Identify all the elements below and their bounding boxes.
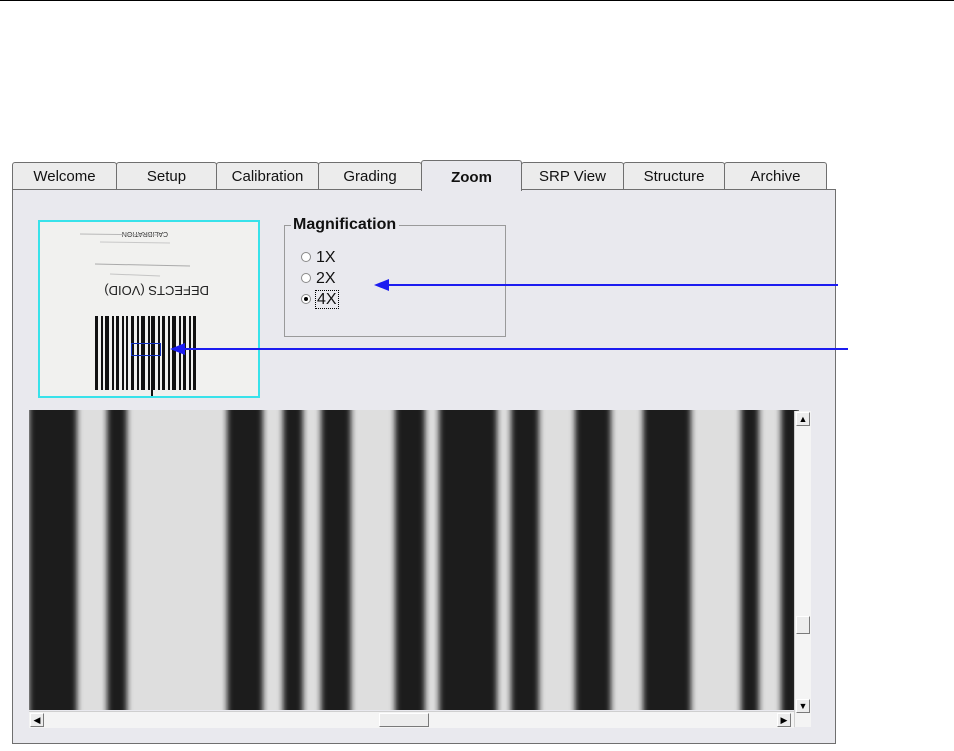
arrow-down-icon[interactable]: ▼ xyxy=(796,699,810,713)
zoomed-bar xyxy=(439,410,497,710)
thumbnail-bar xyxy=(122,316,124,390)
zoomed-bar xyxy=(643,410,691,710)
thumbnail-bar xyxy=(168,316,170,390)
zoom-panel: Welcome Setup Calibration Grading Zoom S… xyxy=(12,160,836,744)
tab-welcome[interactable]: Welcome xyxy=(12,162,117,190)
radio-2x-indicator[interactable] xyxy=(301,272,311,283)
horizontal-scroll-thumb[interactable] xyxy=(379,713,429,727)
magnification-title: Magnification xyxy=(291,216,400,234)
horizontal-scrollbar[interactable]: ◀ ▶ xyxy=(29,711,794,728)
tab-srp-view[interactable]: SRP View xyxy=(521,162,624,190)
vertical-scroll-thumb[interactable] xyxy=(796,616,810,634)
tab-structure[interactable]: Structure xyxy=(623,162,725,190)
radio-4x[interactable]: 4X xyxy=(301,290,339,310)
thumbnail-calibration-text: CALIBRATION xyxy=(122,230,168,237)
thumbnail-bar xyxy=(172,316,176,390)
magnification-group: Magnification 1X 2X 4X xyxy=(284,216,506,337)
arrow-right-icon[interactable]: ▶ xyxy=(777,713,791,727)
tab-bar: Welcome Setup Calibration Grading Zoom S… xyxy=(12,160,836,191)
arrow-up-icon[interactable]: ▲ xyxy=(796,412,810,426)
thumbnail-defects-text: DEFECTS (VOID) xyxy=(104,283,209,298)
page-divider xyxy=(0,0,954,1)
zoomed-bar xyxy=(395,410,425,710)
thumbnail-bar xyxy=(126,316,128,390)
radio-1x-label: 1X xyxy=(316,249,336,266)
zoomed-barcode-image xyxy=(29,410,799,710)
arrow-left-icon[interactable]: ◀ xyxy=(30,713,44,727)
zoomed-bar xyxy=(741,410,759,710)
radio-2x[interactable]: 2X xyxy=(301,269,336,289)
thumbnail-bar xyxy=(183,316,186,390)
zoom-selection-rectangle[interactable] xyxy=(131,343,161,356)
radio-4x-indicator[interactable] xyxy=(301,293,311,304)
tab-calibration[interactable]: Calibration xyxy=(216,162,319,190)
radio-2x-label: 2X xyxy=(316,270,336,287)
thumbnail-bar xyxy=(116,316,119,390)
thumbnail-bar xyxy=(151,316,153,396)
label-thumbnail[interactable]: CALIBRATION DEFECTS (VOID) xyxy=(38,220,260,398)
thumbnail-bar xyxy=(112,316,114,390)
thumbnail-bar xyxy=(95,316,98,390)
zoomed-bar xyxy=(575,410,611,710)
radio-1x[interactable]: 1X xyxy=(301,248,336,268)
zoomed-bar xyxy=(321,410,351,710)
tab-archive[interactable]: Archive xyxy=(724,162,827,190)
zoom-tab-page: CALIBRATION DEFECTS (VOID) Magnification… xyxy=(12,189,836,744)
radio-1x-indicator[interactable] xyxy=(301,251,311,262)
tab-setup[interactable]: Setup xyxy=(116,162,217,190)
thumbnail-bar xyxy=(193,316,196,390)
tab-zoom[interactable]: Zoom xyxy=(421,160,522,191)
thumbnail-bar xyxy=(189,316,191,390)
tab-grading[interactable]: Grading xyxy=(318,162,422,190)
zoom-image-view[interactable] xyxy=(29,410,799,710)
thumbnail-bar xyxy=(101,316,103,390)
zoomed-bar xyxy=(29,410,77,710)
thumbnail-bar xyxy=(179,316,181,390)
thumbnail-bar xyxy=(105,316,109,390)
zoomed-bar xyxy=(227,410,263,710)
thumbnail-bar xyxy=(162,316,165,390)
zoomed-bar xyxy=(107,410,127,710)
radio-4x-label: 4X xyxy=(315,290,339,309)
vertical-scrollbar[interactable]: ▲ ▼ xyxy=(794,411,811,727)
thumbnail-image: CALIBRATION DEFECTS (VOID) xyxy=(40,222,258,396)
zoomed-bar xyxy=(511,410,539,710)
zoomed-bar xyxy=(283,410,303,710)
